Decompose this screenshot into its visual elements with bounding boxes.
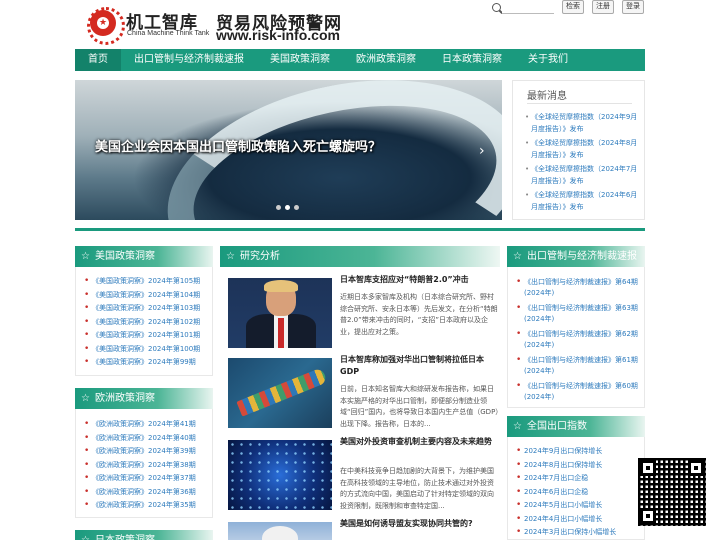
list-item[interactable]: 2024年9月出口保持增长 [516, 445, 616, 459]
tie [278, 318, 284, 348]
article-title[interactable]: 美国是如何诱导盟友实现协同共管的? [340, 518, 500, 530]
qr-finder [688, 460, 704, 476]
us-policy-title[interactable]: 美国政策洞察 [75, 246, 213, 267]
article-summary: 近期日本多家智库及机构（日本综合研究所、野村综合研究所、安永日本等）先后发文，在… [340, 293, 498, 336]
list-item[interactable]: 《出口管制与经济制裁速报》第64期(2024年) [516, 277, 640, 299]
latest-news-title: 最新消息 [527, 91, 567, 102]
list-item[interactable]: 2024年6月出口企稳 [516, 486, 616, 500]
nav-us-policy[interactable]: 美国政策洞察 [257, 49, 343, 71]
qr-code-icon [638, 458, 706, 526]
list-item[interactable]: 2024年4月出口小幅增长 [516, 513, 616, 527]
eu-policy-panel: 欧洲政策洞察 《欧洲政策洞察》2024年第41期 《欧洲政策洞察》2024年第4… [75, 388, 213, 518]
list-item[interactable]: 《美国政策洞察》2024年第105期 [84, 275, 200, 289]
list-item[interactable]: 《出口管制与经济制裁速报》第63期(2024年) [516, 303, 640, 325]
list-item[interactable]: 《欧洲政策洞察》2024年第41期 [84, 418, 196, 432]
export-index-title[interactable]: 全国出口指数 [507, 416, 645, 437]
list-item[interactable]: 《欧洲政策洞察》2024年第40期 [84, 432, 196, 446]
search-icon [492, 3, 501, 12]
list-item[interactable]: 《美国政策洞察》2024年第102期 [84, 316, 200, 330]
list-item[interactable]: 《全球经贸摩擦指数（2024年9月月度报告）》发布 [525, 111, 641, 135]
article-item[interactable]: 日本智库支招应对“特朗普2.0”冲击 近期日本多家智库及机构（日本综合研究所、野… [228, 274, 500, 352]
section-divider [75, 228, 645, 231]
star-icon: ★ [97, 17, 109, 29]
carousel-dots [276, 205, 299, 210]
list-item[interactable]: 2024年7月出口企稳 [516, 472, 616, 486]
login-button[interactable]: 登录 [622, 0, 644, 14]
export-control-list: 《出口管制与经济制裁速报》第64期(2024年) 《出口管制与经济制裁速报》第6… [516, 277, 640, 407]
us-policy-panel: 美国政策洞察 《美国政策洞察》2024年第105期 《美国政策洞察》2024年第… [75, 246, 213, 376]
carousel-dot[interactable] [294, 205, 299, 210]
export-index-panel: 全国出口指数 2024年9月出口保持增长 2024年8月出口保持增长 2024年… [507, 416, 645, 540]
trump-photo[interactable] [228, 278, 332, 348]
site-url: www.risk-info.com [216, 27, 340, 43]
divider [527, 103, 632, 104]
list-item[interactable]: 《美国政策洞察》2024年第99期 [84, 356, 200, 370]
nav-jp-policy[interactable]: 日本政策洞察 [429, 49, 515, 71]
jp-policy-title[interactable]: 日本政策洞察 [75, 530, 213, 540]
article-summary: 在中美科技竞争日趋加剧的大背景下，为维护美国在高科技领域的主导地位，防止技术通过… [340, 467, 494, 510]
carousel-dot-active[interactable] [285, 205, 290, 210]
dome [262, 526, 298, 540]
list-item[interactable]: 《全球经贸摩擦指数（2024年7月月度报告）》发布 [525, 163, 641, 187]
article-summary: 日前，日本知名智库大和综研发布报告称，如果日本实施严格的对华出口管制，即便部分制… [340, 385, 499, 428]
article-item[interactable]: 日本智库称加强对华出口管制将拉低日本GDP 日前，日本知名智库大和综研发布报告称… [228, 354, 500, 434]
article-item[interactable]: 美国对外投资审查机制主要内容及未来趋势 在中美科技竞争日趋加剧的大背景下，为维护… [228, 436, 500, 516]
logo-subtitle: China Machine Think Tank [127, 30, 210, 37]
list-item[interactable]: 2024年3月出口保持小幅增长 [516, 526, 616, 540]
article-title[interactable]: 日本智库支招应对“特朗普2.0”冲击 [340, 274, 500, 286]
nav-export-control[interactable]: 出口管制与经济制裁速报 [121, 49, 257, 71]
list-item[interactable]: 2024年5月出口小幅增长 [516, 499, 616, 513]
next-arrow-icon[interactable]: › [479, 143, 485, 159]
qr-finder [640, 460, 656, 476]
list-item[interactable]: 《美国政策洞察》2024年第100期 [84, 343, 200, 357]
article-title[interactable]: 美国对外投资审查机制主要内容及未来趋势 [340, 436, 500, 448]
cargo-ship-photo[interactable] [228, 358, 332, 428]
list-item[interactable]: 《出口管制与经济制裁速报》第61期(2024年) [516, 355, 640, 377]
latest-news-list: 《全球经贸摩擦指数（2024年9月月度报告）》发布 《全球经贸摩擦指数（2024… [525, 111, 641, 215]
list-item[interactable]: 《美国政策洞察》2024年第103期 [84, 302, 200, 316]
list-item[interactable]: 《全球经贸摩擦指数（2024年6月月度报告）》发布 [525, 189, 641, 213]
list-item[interactable]: 《欧洲政策洞察》2024年第39期 [84, 445, 196, 459]
qr-finder [640, 508, 656, 524]
register-button[interactable]: 注册 [592, 0, 614, 14]
carousel-dot[interactable] [276, 205, 281, 210]
gear-logo-icon[interactable]: ★ [87, 7, 125, 45]
list-item[interactable]: 《美国政策洞察》2024年第104期 [84, 289, 200, 303]
hair [264, 280, 298, 292]
list-item[interactable]: 《欧洲政策洞察》2024年第35期 [84, 499, 196, 513]
list-item[interactable]: 《欧洲政策洞察》2024年第36期 [84, 486, 196, 500]
list-item[interactable]: 《美国政策洞察》2024年第101期 [84, 329, 200, 343]
search-button[interactable]: 检索 [562, 0, 584, 14]
network-globe-photo[interactable] [228, 440, 332, 510]
banner-caption[interactable]: 美国企业会因本国出口管制政策陷入死亡螺旋吗？ [95, 136, 381, 155]
article-title[interactable]: 日本智库称加强对华出口管制将拉低日本GDP [340, 354, 500, 378]
article-item[interactable]: 美国是如何诱导盟友实现协同共管的? [228, 518, 500, 540]
latest-news-box: 最新消息 《全球经贸摩擦指数（2024年9月月度报告）》发布 《全球经贸摩擦指数… [512, 80, 645, 220]
eu-policy-title[interactable]: 欧洲政策洞察 [75, 388, 213, 409]
research-title[interactable]: 研究分析 [220, 246, 500, 267]
nav-about[interactable]: 关于我们 [515, 49, 581, 71]
eu-policy-list: 《欧洲政策洞察》2024年第41期 《欧洲政策洞察》2024年第40期 《欧洲政… [84, 418, 196, 513]
export-index-list: 2024年9月出口保持增长 2024年8月出口保持增长 2024年7月出口企稳 … [516, 445, 616, 540]
capitol-photo[interactable] [228, 522, 332, 540]
hero-banner[interactable]: 美国企业会因本国出口管制政策陷入死亡螺旋吗？ › [75, 80, 502, 220]
main-nav: 首页 出口管制与经济制裁速报 美国政策洞察 欧洲政策洞察 日本政策洞察 关于我们 [75, 49, 645, 71]
us-policy-list: 《美国政策洞察》2024年第105期 《美国政策洞察》2024年第104期 《美… [84, 275, 200, 370]
list-item[interactable]: 《欧洲政策洞察》2024年第37期 [84, 472, 196, 486]
search-input[interactable] [502, 2, 554, 14]
grid [228, 440, 332, 510]
list-item[interactable]: 2024年8月出口保持增长 [516, 459, 616, 473]
site-header: ★ 机工智库 China Machine Think Tank 贸易风险预警网 … [0, 0, 720, 48]
list-item[interactable]: 《出口管制与经济制裁速报》第60期(2024年) [516, 381, 640, 403]
nav-eu-policy[interactable]: 欧洲政策洞察 [343, 49, 429, 71]
export-control-title[interactable]: 出口管制与经济制裁速报 [507, 246, 645, 267]
ship [236, 367, 328, 417]
list-item[interactable]: 《全球经贸摩擦指数（2024年8月月度报告）》发布 [525, 137, 641, 161]
list-item[interactable]: 《欧洲政策洞察》2024年第38期 [84, 459, 196, 473]
nav-home[interactable]: 首页 [75, 49, 121, 71]
list-item[interactable]: 《出口管制与经济制裁速报》第62期(2024年) [516, 329, 640, 351]
export-control-panel: 出口管制与经济制裁速报 《出口管制与经济制裁速报》第64期(2024年) 《出口… [507, 246, 645, 408]
